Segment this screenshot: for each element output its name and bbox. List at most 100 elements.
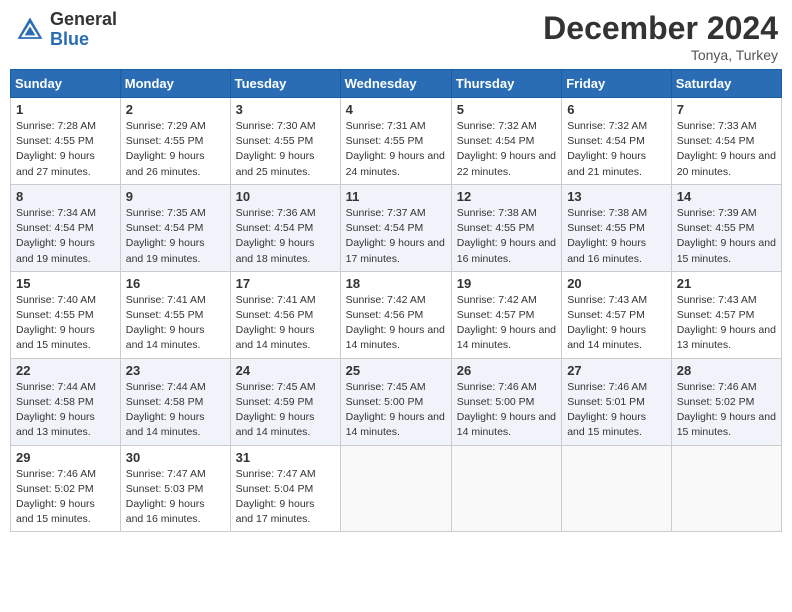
calendar-cell: 30 Sunrise: 7:47 AMSunset: 5:03 PMDayligh…	[120, 445, 230, 532]
calendar-cell: 16 Sunrise: 7:41 AMSunset: 4:55 PMDayligh…	[120, 271, 230, 358]
day-info: Sunrise: 7:34 AMSunset: 4:54 PMDaylight:…	[16, 206, 115, 267]
day-number: 30	[126, 450, 225, 465]
calendar-cell: 7 Sunrise: 7:33 AMSunset: 4:54 PMDaylight…	[671, 98, 781, 185]
day-info: Sunrise: 7:33 AMSunset: 4:54 PMDaylight:…	[677, 119, 776, 180]
day-number: 17	[236, 276, 335, 291]
calendar-cell: 15 Sunrise: 7:40 AMSunset: 4:55 PMDayligh…	[11, 271, 121, 358]
column-header-sunday: Sunday	[11, 70, 121, 98]
calendar-cell: 26Sunrise: 7:46 AMSunset: 5:00 PMDayligh…	[451, 358, 561, 445]
month-title: December 2024	[543, 10, 778, 47]
day-info: Sunrise: 7:38 AMSunset: 4:55 PMDaylight:…	[457, 206, 556, 267]
day-number: 10	[236, 189, 335, 204]
logo: General Blue	[14, 10, 117, 50]
day-number: 7	[677, 102, 776, 117]
day-info: Sunrise: 7:47 AMSunset: 5:03 PMDaylight:…	[126, 467, 225, 528]
calendar-cell: 23Sunrise: 7:44 AMSunset: 4:58 PMDayligh…	[120, 358, 230, 445]
calendar-cell	[451, 445, 561, 532]
calendar-cell: 1 Sunrise: 7:28 AMSunset: 4:55 PMDaylight…	[11, 98, 121, 185]
calendar-cell: 3 Sunrise: 7:30 AMSunset: 4:55 PMDaylight…	[230, 98, 340, 185]
day-info: Sunrise: 7:43 AMSunset: 4:57 PMDaylight:…	[677, 293, 776, 354]
calendar-cell: 10 Sunrise: 7:36 AMSunset: 4:54 PMDayligh…	[230, 184, 340, 271]
day-info: Sunrise: 7:32 AMSunset: 4:54 PMDaylight:…	[567, 119, 666, 180]
day-number: 11	[346, 189, 446, 204]
column-header-thursday: Thursday	[451, 70, 561, 98]
calendar-week-row: 15 Sunrise: 7:40 AMSunset: 4:55 PMDayligh…	[11, 271, 782, 358]
day-info: Sunrise: 7:44 AMSunset: 4:58 PMDaylight:…	[126, 380, 225, 441]
day-number: 19	[457, 276, 556, 291]
calendar-header-row: SundayMondayTuesdayWednesdayThursdayFrid…	[11, 70, 782, 98]
day-info: Sunrise: 7:37 AMSunset: 4:54 PMDaylight:…	[346, 206, 446, 267]
day-number: 12	[457, 189, 556, 204]
calendar-cell: 20Sunrise: 7:43 AMSunset: 4:57 PMDayligh…	[562, 271, 672, 358]
calendar-cell	[671, 445, 781, 532]
day-number: 16	[126, 276, 225, 291]
day-info: Sunrise: 7:45 AMSunset: 5:00 PMDaylight:…	[346, 380, 446, 441]
day-number: 31	[236, 450, 335, 465]
calendar-cell: 22 Sunrise: 7:44 AMSunset: 4:58 PMDayligh…	[11, 358, 121, 445]
calendar-cell: 5 Sunrise: 7:32 AMSunset: 4:54 PMDaylight…	[451, 98, 561, 185]
day-info: Sunrise: 7:46 AMSunset: 5:02 PMDaylight:…	[677, 380, 776, 441]
day-number: 4	[346, 102, 446, 117]
day-number: 20	[567, 276, 666, 291]
day-info: Sunrise: 7:41 AMSunset: 4:55 PMDaylight:…	[126, 293, 225, 354]
day-info: Sunrise: 7:32 AMSunset: 4:54 PMDaylight:…	[457, 119, 556, 180]
calendar-cell: 13 Sunrise: 7:38 AMSunset: 4:55 PMDayligh…	[562, 184, 672, 271]
day-number: 5	[457, 102, 556, 117]
day-number: 29	[16, 450, 115, 465]
calendar-cell: 18 Sunrise: 7:42 AMSunset: 4:56 PMDayligh…	[340, 271, 451, 358]
day-info: Sunrise: 7:47 AMSunset: 5:04 PMDaylight:…	[236, 467, 335, 528]
calendar-cell: 25Sunrise: 7:45 AMSunset: 5:00 PMDayligh…	[340, 358, 451, 445]
calendar-cell: 17 Sunrise: 7:41 AMSunset: 4:56 PMDayligh…	[230, 271, 340, 358]
day-info: Sunrise: 7:31 AMSunset: 4:55 PMDaylight:…	[346, 119, 446, 180]
calendar-cell: 2Sunrise: 7:29 AMSunset: 4:55 PMDaylight…	[120, 98, 230, 185]
day-info: Sunrise: 7:44 AMSunset: 4:58 PMDaylight:…	[16, 380, 115, 441]
calendar-cell: 14 Sunrise: 7:39 AMSunset: 4:55 PMDayligh…	[671, 184, 781, 271]
day-info: Sunrise: 7:46 AMSunset: 5:01 PMDaylight:…	[567, 380, 666, 441]
logo-icon	[14, 14, 46, 46]
column-header-saturday: Saturday	[671, 70, 781, 98]
day-number: 14	[677, 189, 776, 204]
day-number: 18	[346, 276, 446, 291]
calendar-cell: 28Sunrise: 7:46 AMSunset: 5:02 PMDayligh…	[671, 358, 781, 445]
day-info: Sunrise: 7:41 AMSunset: 4:56 PMDaylight:…	[236, 293, 335, 354]
page-header: General Blue December 2024 Tonya, Turkey	[10, 10, 782, 63]
day-number: 13	[567, 189, 666, 204]
calendar-cell: 19 Sunrise: 7:42 AMSunset: 4:57 PMDayligh…	[451, 271, 561, 358]
calendar-cell: 27 Sunrise: 7:46 AMSunset: 5:01 PMDayligh…	[562, 358, 672, 445]
calendar-cell: 24 Sunrise: 7:45 AMSunset: 4:59 PMDayligh…	[230, 358, 340, 445]
day-number: 22	[16, 363, 115, 378]
logo-blue: Blue	[50, 30, 117, 50]
day-info: Sunrise: 7:42 AMSunset: 4:56 PMDaylight:…	[346, 293, 446, 354]
calendar-cell: 8 Sunrise: 7:34 AMSunset: 4:54 PMDaylight…	[11, 184, 121, 271]
calendar-cell: 31 Sunrise: 7:47 AMSunset: 5:04 PMDayligh…	[230, 445, 340, 532]
calendar-week-row: 1 Sunrise: 7:28 AMSunset: 4:55 PMDaylight…	[11, 98, 782, 185]
day-number: 27	[567, 363, 666, 378]
day-number: 8	[16, 189, 115, 204]
day-number: 9	[126, 189, 225, 204]
calendar-week-row: 22 Sunrise: 7:44 AMSunset: 4:58 PMDayligh…	[11, 358, 782, 445]
day-info: Sunrise: 7:46 AMSunset: 5:02 PMDaylight:…	[16, 467, 115, 528]
day-number: 3	[236, 102, 335, 117]
day-info: Sunrise: 7:40 AMSunset: 4:55 PMDaylight:…	[16, 293, 115, 354]
day-info: Sunrise: 7:30 AMSunset: 4:55 PMDaylight:…	[236, 119, 335, 180]
day-number: 1	[16, 102, 115, 117]
location: Tonya, Turkey	[543, 47, 778, 63]
calendar-week-row: 29 Sunrise: 7:46 AMSunset: 5:02 PMDayligh…	[11, 445, 782, 532]
calendar-cell: 11 Sunrise: 7:37 AMSunset: 4:54 PMDayligh…	[340, 184, 451, 271]
day-info: Sunrise: 7:39 AMSunset: 4:55 PMDaylight:…	[677, 206, 776, 267]
day-info: Sunrise: 7:36 AMSunset: 4:54 PMDaylight:…	[236, 206, 335, 267]
calendar-cell	[340, 445, 451, 532]
calendar-cell: 4 Sunrise: 7:31 AMSunset: 4:55 PMDaylight…	[340, 98, 451, 185]
day-number: 24	[236, 363, 335, 378]
day-info: Sunrise: 7:38 AMSunset: 4:55 PMDaylight:…	[567, 206, 666, 267]
day-info: Sunrise: 7:45 AMSunset: 4:59 PMDaylight:…	[236, 380, 335, 441]
logo-text: General Blue	[50, 10, 117, 50]
calendar-cell: 6Sunrise: 7:32 AMSunset: 4:54 PMDaylight…	[562, 98, 672, 185]
day-info: Sunrise: 7:28 AMSunset: 4:55 PMDaylight:…	[16, 119, 115, 180]
day-number: 15	[16, 276, 115, 291]
day-info: Sunrise: 7:42 AMSunset: 4:57 PMDaylight:…	[457, 293, 556, 354]
title-block: December 2024 Tonya, Turkey	[543, 10, 778, 63]
calendar-week-row: 8 Sunrise: 7:34 AMSunset: 4:54 PMDaylight…	[11, 184, 782, 271]
column-header-friday: Friday	[562, 70, 672, 98]
calendar-cell: 9Sunrise: 7:35 AMSunset: 4:54 PMDaylight…	[120, 184, 230, 271]
